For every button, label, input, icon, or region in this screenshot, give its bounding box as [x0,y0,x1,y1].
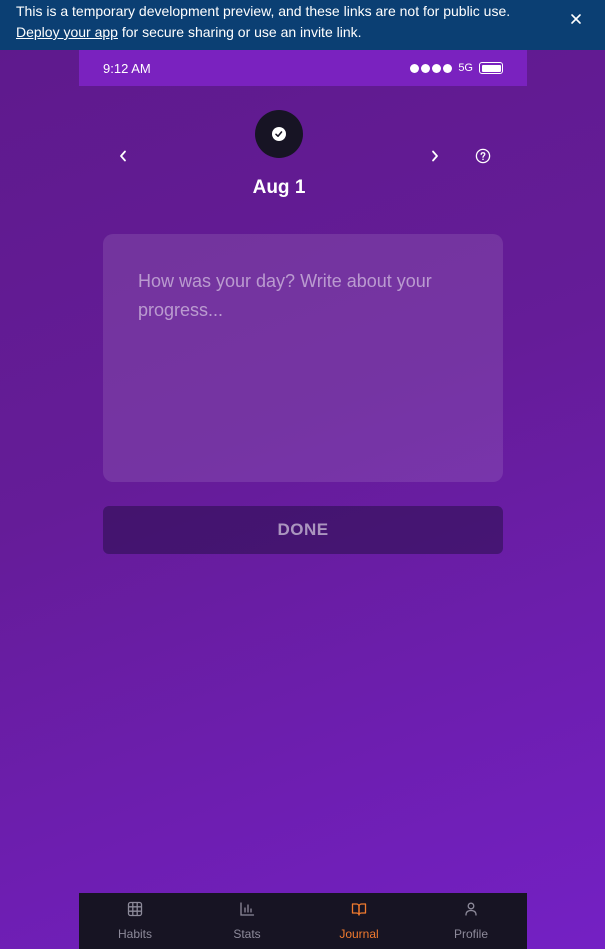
user-icon [465,902,477,916]
tab-stats[interactable]: Stats [191,893,303,949]
tab-habits[interactable]: Habits [79,893,191,949]
banner-link-suffix: for secure sharing or use an invite link… [117,24,362,40]
tab-label: Habits [117,927,152,941]
tab-label: Profile [453,927,488,941]
network-label: 5G [458,62,473,74]
tab-journal[interactable]: Journal [303,893,415,949]
done-button[interactable]: DONE [103,506,503,554]
bar-chart-icon [240,902,255,916]
help-icon [475,148,491,164]
book-icon [351,903,367,916]
deploy-app-link[interactable]: Deploy your app [16,24,118,40]
banner-line2: Deploy your app for secure sharing or us… [16,22,589,43]
banner-message: This is a temporary development preview,… [16,3,511,19]
status-bar: 9:12 AM 5G [79,50,527,86]
check-icon [272,127,286,141]
app-logo [255,110,303,158]
help-button[interactable] [471,144,495,168]
bottom-tab-bar: Habits Stats Journal Profile [79,893,527,949]
tab-profile[interactable]: Profile [415,893,527,949]
status-indicators: 5G [410,62,503,74]
battery-icon [479,62,503,74]
grid-icon [127,901,143,917]
chevron-left-icon [120,150,126,162]
tab-label: Stats [233,927,261,941]
close-icon[interactable] [569,12,583,26]
phone-screen: 9:12 AM 5G Aug 1 DONE [79,50,527,949]
next-day-button[interactable] [423,144,447,168]
signal-icon [410,63,453,73]
previous-day-button[interactable] [111,144,135,168]
preview-banner: This is a temporary development preview,… [0,0,605,50]
tab-label: Journal [339,927,379,941]
journal-date: Aug 1 [252,177,306,198]
status-time: 9:12 AM [103,60,151,76]
chevron-right-icon [432,150,438,162]
journal-entry-input[interactable] [103,234,503,482]
